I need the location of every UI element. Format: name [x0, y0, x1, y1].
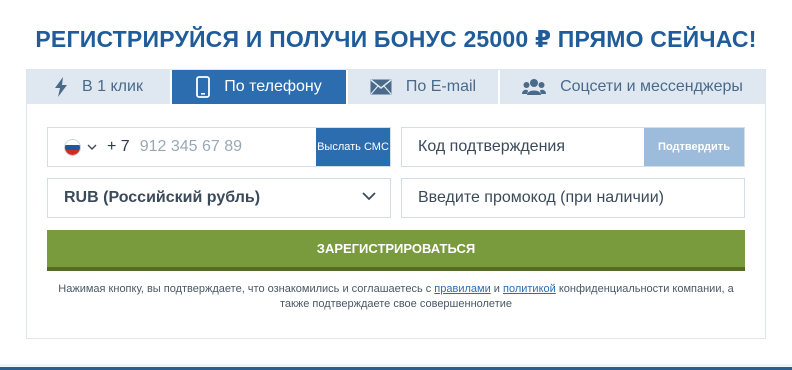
- confirmation-code-field: Подтвердить: [401, 127, 745, 167]
- tab-social-label: Соцсети и мессенджеры: [560, 78, 743, 95]
- registration-tabs: В 1 клик По телефону По E-mail Соцсети и…: [27, 70, 765, 104]
- disclaimer-text-2: и: [490, 283, 503, 295]
- phone-input[interactable]: [139, 138, 290, 156]
- phone-field: + 7 Выслать СМС: [47, 127, 391, 167]
- phone-country-code: + 7: [107, 138, 130, 155]
- phone-icon: [196, 76, 211, 98]
- tab-phone[interactable]: По телефону: [172, 70, 348, 104]
- chevron-down-icon[interactable]: [87, 144, 97, 150]
- users-icon: [522, 78, 547, 96]
- confirmation-code-input[interactable]: [418, 138, 638, 156]
- tab-one-click[interactable]: В 1 клик: [27, 70, 172, 104]
- tab-email[interactable]: По E-mail: [348, 70, 500, 104]
- currency-selected-value: RUB (Российский рубль): [64, 189, 261, 206]
- russia-flag-icon[interactable]: [64, 138, 81, 156]
- chevron-down-icon: [362, 192, 376, 201]
- tab-one-click-label: В 1 клик: [82, 78, 143, 95]
- policy-link[interactable]: политикой: [503, 283, 556, 295]
- promo-headline: РЕГИСТРИРУЙСЯ И ПОЛУЧИ БОНУС 25000 ₽ ПРЯ…: [35, 26, 757, 52]
- currency-select[interactable]: RUB (Российский рубль): [47, 178, 391, 218]
- register-button[interactable]: ЗАРЕГИСТРИРОВАТЬСЯ: [47, 230, 745, 271]
- legal-disclaimer: Нажимая кнопку, вы подтверждаете, что оз…: [47, 282, 745, 312]
- send-sms-button[interactable]: Выслать СМС: [316, 128, 390, 166]
- confirm-code-button[interactable]: Подтвердить: [644, 128, 744, 166]
- registration-panel: В 1 клик По телефону По E-mail Соцсети и…: [26, 69, 766, 339]
- envelope-icon: [370, 79, 392, 95]
- rules-link[interactable]: правилами: [434, 283, 490, 295]
- promo-code-input[interactable]: [418, 189, 738, 207]
- promo-code-field: [401, 178, 745, 218]
- tab-email-label: По E-mail: [405, 78, 477, 95]
- disclaimer-text-1: Нажимая кнопку, вы подтверждаете, что оз…: [58, 283, 435, 295]
- tab-phone-label: По телефону: [224, 78, 322, 95]
- lightning-icon: [54, 77, 68, 97]
- tab-social[interactable]: Соцсети и мессенджеры: [500, 70, 765, 104]
